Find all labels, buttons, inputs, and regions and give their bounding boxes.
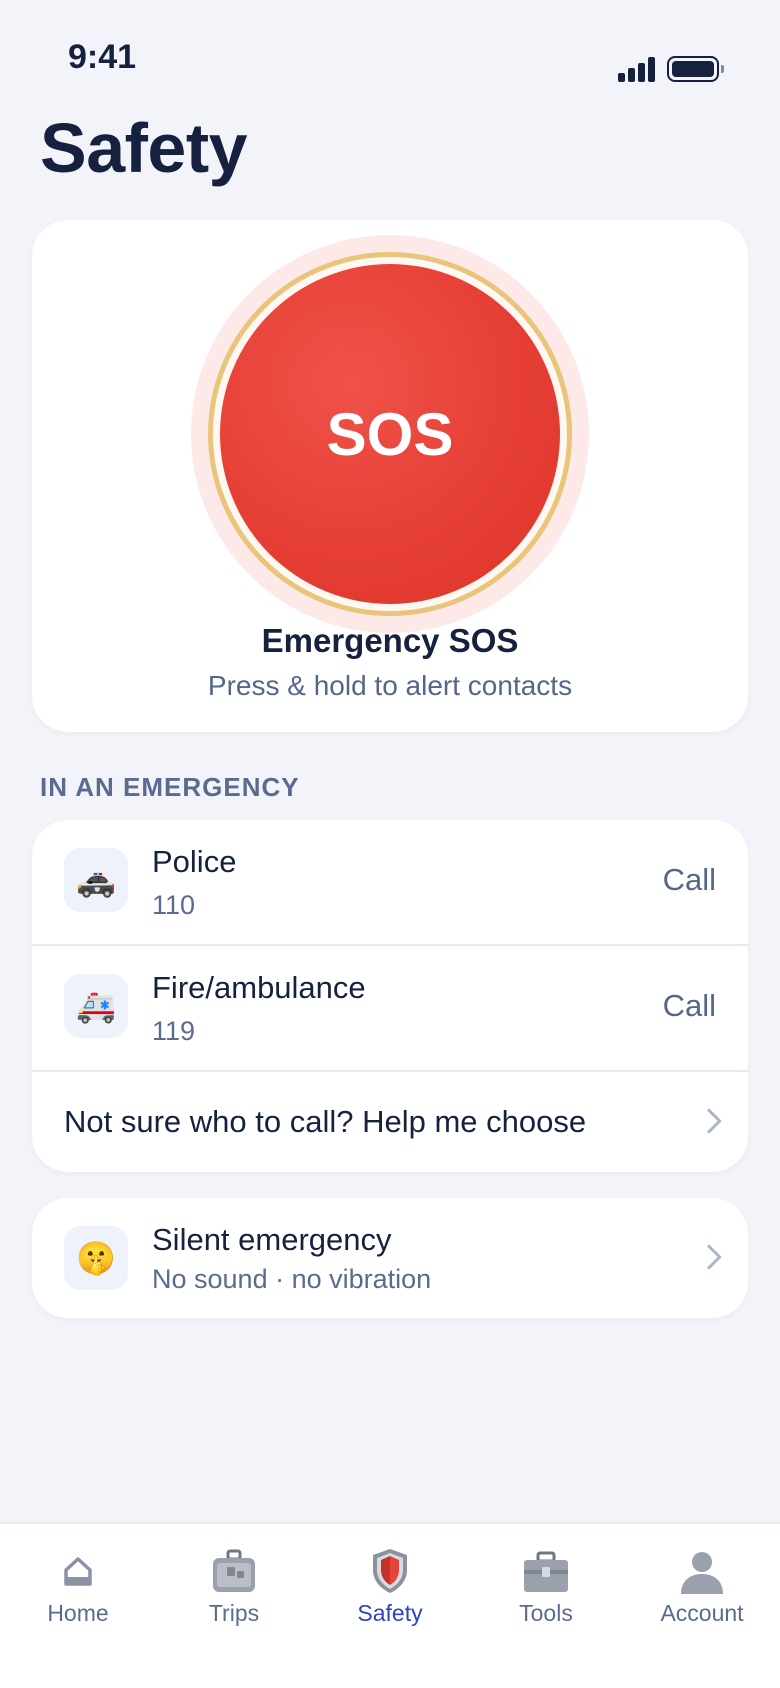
- sos-card: SOS Emergency SOS Press & hold to alert …: [32, 220, 748, 732]
- emergency-contacts-card: 🚓 Police 110 Call 🚑 Fire/ambulance 119 C…: [32, 820, 748, 1172]
- call-button-police[interactable]: Call: [663, 862, 716, 898]
- tab-tools[interactable]: Tools: [468, 1524, 624, 1644]
- cellular-signal-icon: [618, 56, 656, 82]
- user-icon: [681, 1552, 723, 1594]
- shushing-face-icon: 🤫: [64, 1226, 128, 1290]
- contact-name: Police: [152, 844, 237, 879]
- silent-emergency-subtitle: No sound · no vibration: [152, 1264, 432, 1294]
- shield-icon: [373, 1549, 407, 1593]
- battery-icon: [667, 56, 724, 82]
- chevron-right-icon: [696, 1108, 722, 1134]
- tab-trips[interactable]: Trips: [156, 1524, 312, 1644]
- tab-safety[interactable]: Safety: [312, 1524, 468, 1644]
- contact-row-police[interactable]: 🚓 Police 110 Call: [32, 820, 748, 946]
- tab-label: Safety: [357, 1600, 423, 1626]
- tab-bar: Home Trips Safety Tools Account: [0, 1522, 780, 1688]
- call-button-fire-ambulance[interactable]: Call: [663, 988, 716, 1024]
- tab-home[interactable]: Home: [0, 1524, 156, 1644]
- chevron-right-icon: [696, 1244, 722, 1270]
- contact-name: Fire/ambulance: [152, 970, 366, 1005]
- contact-number: 119: [152, 1016, 196, 1046]
- luggage-icon: [213, 1549, 255, 1592]
- tab-label: Trips: [208, 1600, 260, 1626]
- sos-subtitle: Press & hold to alert contacts: [207, 670, 573, 701]
- help-me-choose-row[interactable]: Not sure who to call? Help me choose: [32, 1072, 748, 1172]
- sos-title: Emergency SOS: [261, 622, 519, 659]
- silent-emergency-card[interactable]: 🤫 Silent emergency No sound · no vibrati…: [32, 1198, 748, 1318]
- contact-number: 110: [152, 890, 196, 920]
- ambulance-icon: 🚑: [64, 974, 128, 1038]
- toolbox-icon: [524, 1551, 568, 1592]
- section-label-emergency: IN AN EMERGENCY: [40, 772, 300, 802]
- contact-row-fire-ambulance[interactable]: 🚑 Fire/ambulance 119 Call: [32, 946, 748, 1072]
- help-me-choose-link: Not sure who to call? Help me choose: [64, 1104, 587, 1139]
- tab-label: Account: [660, 1600, 744, 1626]
- page-title: Safety: [40, 109, 248, 187]
- home-icon: [64, 1557, 92, 1586]
- status-time: 9:41: [68, 38, 137, 76]
- tab-label: Tools: [519, 1600, 573, 1626]
- tab-account[interactable]: Account: [624, 1524, 780, 1644]
- tab-label: Home: [47, 1600, 109, 1626]
- police-car-icon: 🚓: [64, 848, 128, 912]
- status-bar: 9:41: [0, 0, 780, 100]
- silent-emergency-title: Silent emergency: [152, 1222, 392, 1257]
- sos-button[interactable]: SOS: [220, 264, 560, 604]
